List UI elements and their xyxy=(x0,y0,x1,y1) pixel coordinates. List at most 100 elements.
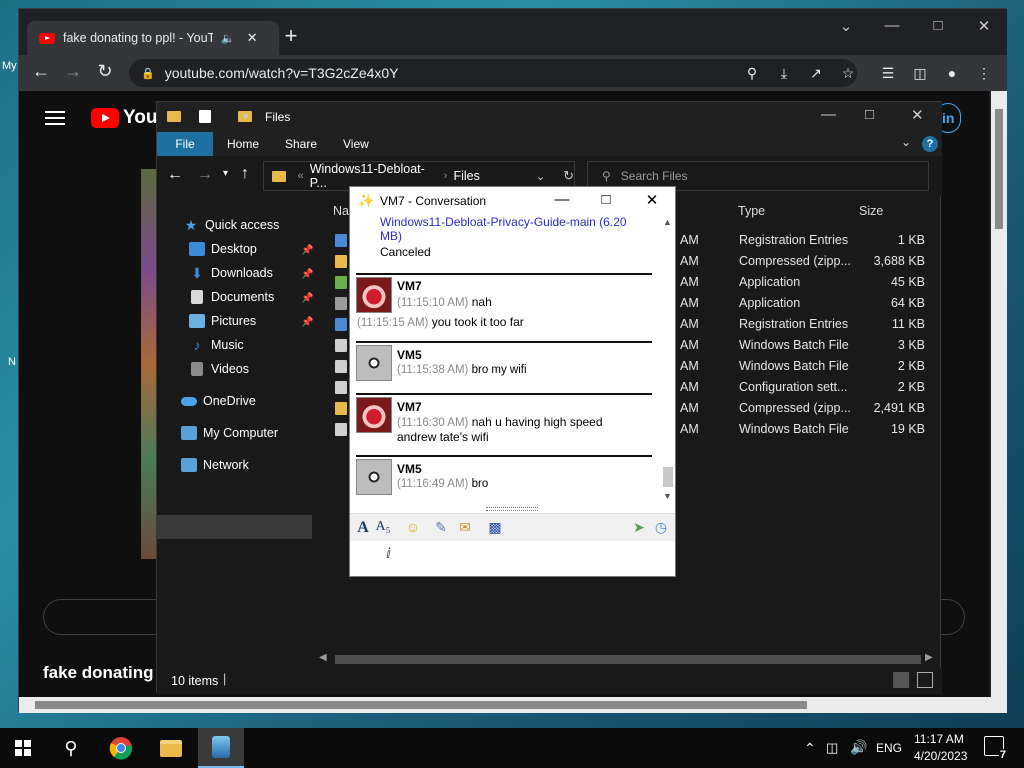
breadcrumb-overflow-icon[interactable]: « xyxy=(298,170,304,182)
close-icon[interactable]: ✕ xyxy=(969,17,999,35)
save-icon[interactable]: ▩ xyxy=(486,519,504,536)
scroll-right-icon[interactable]: ▶ xyxy=(925,652,933,663)
minimize-icon[interactable]: — xyxy=(548,191,576,208)
maximize-icon[interactable]: □ xyxy=(865,106,874,123)
nav-desktop[interactable]: Desktop xyxy=(189,242,257,256)
clock-time[interactable]: 11:17 AM xyxy=(914,732,964,746)
tab-file[interactable]: File xyxy=(157,132,213,156)
maximize-icon[interactable]: □ xyxy=(592,191,620,208)
recent-locations-icon[interactable]: ▾ xyxy=(223,168,228,179)
hamburger-menu-icon[interactable] xyxy=(45,111,65,125)
pin-icon[interactable]: 📌 xyxy=(301,293,313,304)
volume-icon[interactable]: 🔊 xyxy=(850,739,867,756)
network-status-icon[interactable]: ◫ xyxy=(826,740,838,756)
share-icon[interactable]: ↗ xyxy=(807,65,825,82)
tab-view[interactable]: View xyxy=(343,137,369,151)
up-icon[interactable]: ↑ xyxy=(241,165,249,183)
search-icon[interactable]: ⚲ xyxy=(743,65,761,82)
bookmark-star-icon[interactable]: ☆ xyxy=(839,65,857,82)
reload-icon[interactable]: ↻ xyxy=(93,61,117,82)
scroll-left-icon[interactable]: ◀ xyxy=(319,652,327,663)
nav-downloads[interactable]: ⬇ Downloads xyxy=(189,266,273,280)
nav-my-computer[interactable]: My Computer xyxy=(181,426,278,440)
message-scrollbar[interactable]: ▲ ▼ xyxy=(661,217,675,507)
column-header-size[interactable]: Size xyxy=(859,204,883,218)
tab-search-icon[interactable]: ⌄ xyxy=(831,17,861,35)
send-file-icon[interactable]: ✉ xyxy=(456,519,474,536)
maximize-icon[interactable]: □ xyxy=(923,17,953,34)
install-icon[interactable]: ⤓ xyxy=(775,65,793,82)
scroll-down-icon[interactable]: ▼ xyxy=(663,491,672,501)
minimize-icon[interactable]: — xyxy=(877,17,907,34)
search-icon[interactable]: ⚲ xyxy=(48,728,94,768)
explorer-title-bar: ▾ Files — □ ✕ xyxy=(157,102,942,132)
nav-videos[interactable]: Videos xyxy=(189,362,249,376)
history-icon[interactable]: ◷ xyxy=(652,519,670,536)
pin-icon[interactable]: 📌 xyxy=(301,245,313,256)
nav-documents[interactable]: Documents xyxy=(189,290,274,304)
new-tab-button[interactable]: + xyxy=(277,23,305,51)
nudge-icon[interactable]: ✎ xyxy=(432,519,450,536)
font-icon[interactable]: A xyxy=(354,519,372,537)
forward-icon[interactable]: → xyxy=(197,166,213,184)
scroll-up-icon[interactable]: ▲ xyxy=(663,217,672,227)
message-input[interactable]: ⅈ xyxy=(350,541,675,576)
profile-icon[interactable]: ● xyxy=(943,65,961,81)
pin-icon[interactable]: 📌 xyxy=(301,269,313,280)
message-history[interactable]: Windows11-Debloat-Privacy-Guide-main (6.… xyxy=(356,215,664,507)
column-header-type[interactable]: Type xyxy=(738,204,765,218)
menu-icon[interactable]: ⋮ xyxy=(975,65,993,82)
close-icon[interactable]: ✕ xyxy=(638,191,666,209)
speaker-icon[interactable]: 🔈 xyxy=(221,32,235,45)
expand-ribbon-icon[interactable]: ⌄ xyxy=(901,135,911,149)
browser-tab[interactable]: fake donating to ppl! - YouTu 🔈 ✕ xyxy=(27,21,279,55)
side-panel-icon[interactable]: ◫ xyxy=(911,65,929,82)
nav-pictures[interactable]: Pictures xyxy=(189,314,256,328)
send-icon[interactable]: ➤ xyxy=(630,519,648,536)
properties-icon[interactable] xyxy=(199,110,211,123)
column-header-name[interactable]: Na xyxy=(333,204,349,218)
media-control-icon[interactable]: ☰ xyxy=(879,65,897,82)
page-vertical-scrollbar[interactable] xyxy=(991,91,1007,697)
refresh-icon[interactable]: ↻ xyxy=(563,168,574,184)
minimize-icon[interactable]: — xyxy=(821,106,836,123)
breadcrumb-chevron-icon[interactable]: › xyxy=(444,170,448,182)
resize-splitter[interactable] xyxy=(486,507,538,511)
page-horizontal-scrollbar[interactable] xyxy=(19,697,1007,713)
chrome-taskbar-icon[interactable] xyxy=(98,728,144,768)
tiles-view-icon[interactable] xyxy=(917,672,933,688)
lock-icon[interactable]: 🔒 xyxy=(141,67,155,80)
details-view-icon[interactable] xyxy=(893,672,909,688)
breadcrumb-current[interactable]: Files xyxy=(453,169,479,183)
font-color-icon[interactable]: A₅ xyxy=(374,519,392,535)
back-icon[interactable]: ← xyxy=(29,61,53,82)
language-indicator[interactable]: ENG xyxy=(876,741,902,755)
back-icon[interactable]: ← xyxy=(167,166,183,184)
type-cell: Windows Batch File xyxy=(739,338,849,352)
nav-onedrive[interactable]: OneDrive xyxy=(181,394,256,408)
clock-date[interactable]: 4/20/2023 xyxy=(914,749,967,763)
transfer-file-name[interactable]: Windows11-Debloat-Privacy-Guide-main (6.… xyxy=(380,215,650,243)
nav-music[interactable]: ♪ Music xyxy=(189,338,244,352)
nav-network[interactable]: Network xyxy=(181,458,249,472)
file-explorer-taskbar-icon[interactable] xyxy=(148,728,194,768)
show-hidden-icons[interactable]: ⌃ xyxy=(804,740,816,757)
tab-home[interactable]: Home xyxy=(227,137,259,151)
forward-icon[interactable]: → xyxy=(61,61,85,82)
tab-share[interactable]: Share xyxy=(285,137,317,151)
help-icon[interactable]: ? xyxy=(922,136,938,152)
address-history-icon[interactable]: ⌄ xyxy=(536,170,545,183)
file-list-scrollbar[interactable]: ◀ ▶ xyxy=(317,652,937,666)
desktop-icon-label[interactable]: My xyxy=(2,60,17,72)
notification-center-icon[interactable]: 7 xyxy=(984,736,1007,761)
pin-icon[interactable]: 📌 xyxy=(301,317,313,328)
desktop-icon-label[interactable]: N xyxy=(8,356,16,368)
close-tab-icon[interactable]: ✕ xyxy=(247,30,258,46)
messenger-taskbar-icon[interactable] xyxy=(198,728,244,768)
customize-chevron-icon[interactable]: ▾ xyxy=(243,110,249,123)
emoticon-icon[interactable]: ☺ xyxy=(404,519,422,535)
start-button[interactable] xyxy=(0,728,46,768)
size-cell: 2 KB xyxy=(897,380,925,394)
close-icon[interactable]: ✕ xyxy=(911,106,924,124)
nav-quick-access[interactable]: ★ Quick access xyxy=(183,218,280,232)
